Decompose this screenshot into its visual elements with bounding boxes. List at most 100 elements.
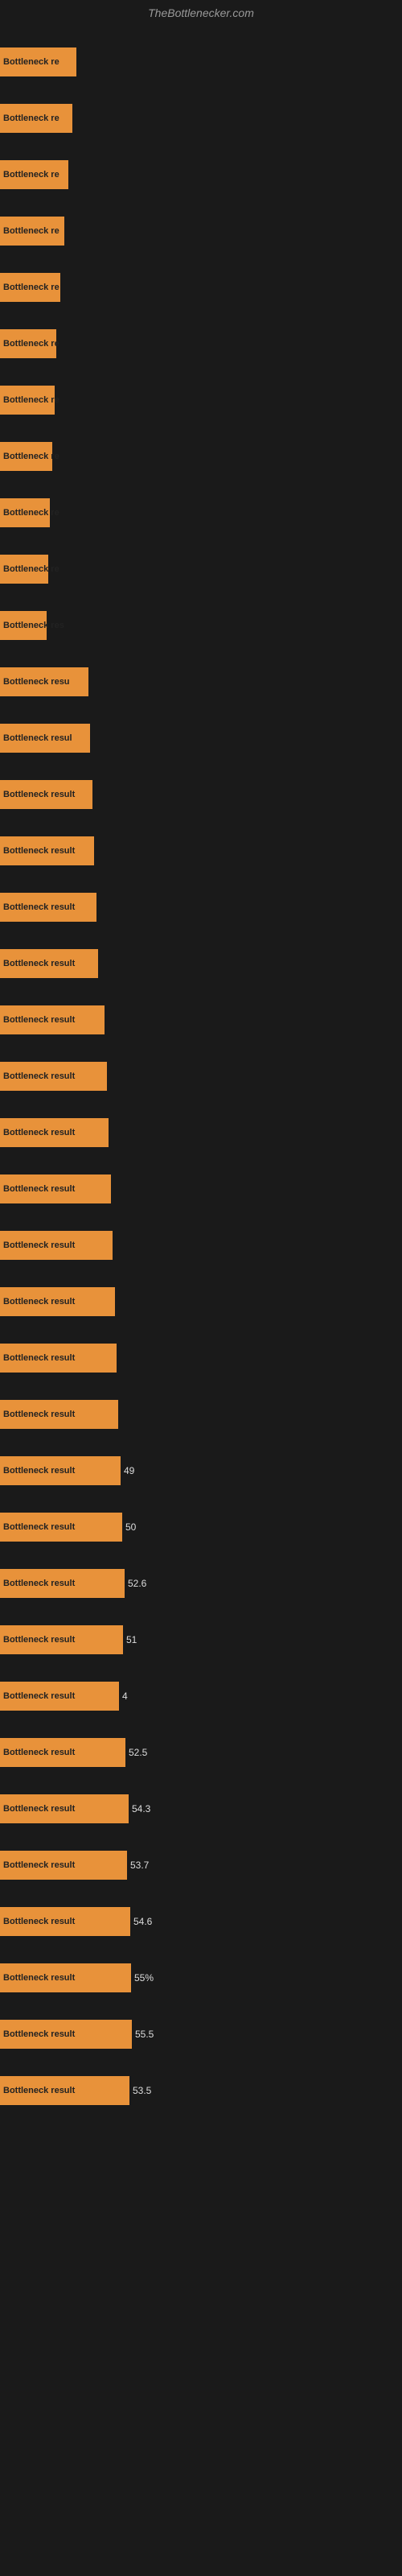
bar-label: Bottleneck result [3, 2086, 75, 2095]
bar-row: Bottleneck result 50 [0, 1499, 402, 1555]
bar-row: Bottleneck result 52.6 [0, 1555, 402, 1612]
bar: Bottleneck result [0, 1231, 113, 1260]
bar-label: Bottleneck re [3, 57, 59, 67]
bar-row: Bottleneck re [0, 259, 402, 316]
bar-value: 52.6 [128, 1578, 146, 1589]
bar-label: Bottleneck re [3, 508, 59, 518]
bar-row: Bottleneck result [0, 879, 402, 935]
bar-row: Bottleneck result [0, 1161, 402, 1217]
bar-label: Bottleneck result [3, 1973, 75, 1983]
bar-label: Bottleneck re [3, 170, 59, 180]
bar-row: Bottleneck result53.5 [0, 2062, 402, 2119]
bar-label: Bottleneck result [3, 902, 75, 912]
bar-row: Bottleneck re [0, 147, 402, 203]
bar-value: 52.5 [129, 1747, 147, 1758]
bar-value: 51 [126, 1634, 137, 1645]
bar: Bottleneck re [0, 555, 48, 584]
bar-label: Bottleneck result [3, 1410, 75, 1419]
bar-label: Bottleneck result [3, 1748, 75, 1757]
bar-value: 55% [134, 1972, 154, 1984]
bar-row: Bottleneck res [0, 597, 402, 654]
bar-label: Bottleneck re [3, 452, 59, 461]
bar: Bottleneck result54.3 [0, 1794, 129, 1823]
bar: Bottleneck result49 [0, 1456, 121, 1485]
bar-row: Bottleneck re [0, 541, 402, 597]
bar-row: Bottleneck result [0, 1330, 402, 1386]
bar-label: Bottleneck result [3, 1466, 75, 1476]
bar-label: Bottleneck re [3, 339, 59, 349]
bar: Bottleneck result [0, 836, 94, 865]
bar: Bottleneck re [0, 386, 55, 415]
bar-row: Bottleneck result 53.7 [0, 1837, 402, 1893]
bar-label: Bottleneck result [3, 790, 75, 799]
bar-row: Bottleneck re [0, 34, 402, 90]
bar: Bottleneck result [0, 1005, 105, 1034]
bar-row: Bottleneck result [0, 1104, 402, 1161]
bar-value: 54.6 [133, 1916, 152, 1927]
bar: Bottleneck resul [0, 724, 90, 753]
bar: Bottleneck result52.6 [0, 1569, 125, 1598]
site-title-text: TheBottlenecker.com [148, 6, 254, 19]
bar-label: Bottleneck result [3, 1860, 75, 1870]
bar: Bottleneck resu [0, 667, 88, 696]
bar: Bottleneck result [0, 1174, 111, 1203]
bar: Bottleneck result [0, 1287, 115, 1316]
bar-label: Bottleneck result [3, 1917, 75, 1926]
bar-label: Bottleneck re [3, 283, 59, 292]
bar: Bottleneck re [0, 160, 68, 189]
bar: Bottleneck re [0, 217, 64, 246]
bar-label: Bottleneck resu [3, 677, 70, 687]
bar: Bottleneck re [0, 47, 76, 76]
bar-row: Bottleneck re [0, 372, 402, 428]
bar-row: Bottleneck result [0, 992, 402, 1048]
chart-container: Bottleneck reBottleneck reBottleneck reB… [0, 26, 402, 2562]
bar-row: Bottleneck result [0, 1274, 402, 1330]
bar-row: Bottleneck result [0, 1217, 402, 1274]
bar-row: Bottleneck re [0, 485, 402, 541]
bar-label: Bottleneck result [3, 1015, 75, 1025]
bar: Bottleneck re [0, 442, 52, 471]
bar: Bottleneck re [0, 273, 60, 302]
bar-label: Bottleneck re [3, 114, 59, 123]
bar: Bottleneck result [0, 1400, 118, 1429]
bar: Bottleneck result55% [0, 1963, 131, 1992]
bar-value: 4 [122, 1690, 128, 1702]
bar-row: Bottleneck result 4 [0, 1668, 402, 1724]
bar-row: Bottleneck result [0, 1386, 402, 1443]
bar: Bottleneck result [0, 1062, 107, 1091]
bar: Bottleneck result [0, 780, 92, 809]
bar: Bottleneck result52.5 [0, 1738, 125, 1767]
bar: Bottleneck result54.6 [0, 1907, 130, 1936]
bar-row: Bottleneck result 55% [0, 1950, 402, 2006]
bar-row: Bottleneck result 54.6 [0, 1893, 402, 1950]
bar-label: Bottleneck result [3, 1522, 75, 1532]
bar-label: Bottleneck result [3, 1579, 75, 1588]
bar-row: Bottleneck result 52.5 [0, 1724, 402, 1781]
bar: Bottleneck re [0, 104, 72, 133]
bar-label: Bottleneck result [3, 1691, 75, 1701]
bar-row: Bottleneck re [0, 316, 402, 372]
bar-row: Bottleneck result54.3 [0, 1781, 402, 1837]
bar-row: Bottleneck resul [0, 710, 402, 766]
bar-row: Bottleneck re [0, 203, 402, 259]
bar-row: Bottleneck result [0, 823, 402, 879]
bar-label: Bottleneck resul [3, 733, 72, 743]
bar-label: Bottleneck result [3, 1128, 75, 1137]
bar: Bottleneck result [0, 1344, 117, 1373]
bar-label: Bottleneck re [3, 226, 59, 236]
bar: Bottleneck re [0, 329, 56, 358]
bar-row: Bottleneck re [0, 90, 402, 147]
bar-label: Bottleneck res [3, 621, 64, 630]
bar: Bottleneck result [0, 949, 98, 978]
bar: Bottleneck re [0, 498, 50, 527]
bar-label: Bottleneck result [3, 1353, 75, 1363]
bar-label: Bottleneck result [3, 1804, 75, 1814]
bar-value: 53.7 [130, 1860, 149, 1871]
bar-label: Bottleneck result [3, 1241, 75, 1250]
bar-value: 55.5 [135, 2029, 154, 2040]
bar-value: 50 [125, 1521, 136, 1533]
bar: Bottleneck result53.7 [0, 1851, 127, 1880]
bar-label: Bottleneck result [3, 1071, 75, 1081]
bar-label: Bottleneck result [3, 846, 75, 856]
bar-label: Bottleneck result [3, 1184, 75, 1194]
